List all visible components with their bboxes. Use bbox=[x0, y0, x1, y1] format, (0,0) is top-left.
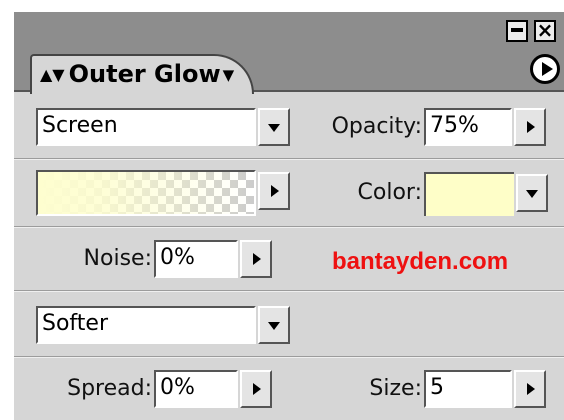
palette-title-bar[interactable]: × bbox=[14, 12, 564, 44]
close-button[interactable]: × bbox=[534, 20, 556, 42]
minimize-button[interactable] bbox=[506, 20, 528, 42]
watermark-text: bantayden.com bbox=[332, 248, 509, 275]
updown-arrows-icon: ▲▼ bbox=[40, 65, 65, 84]
divider bbox=[14, 158, 564, 160]
technique-select[interactable]: Softer bbox=[36, 306, 256, 344]
divider bbox=[14, 226, 564, 228]
gradient-preview[interactable] bbox=[36, 170, 256, 216]
divider bbox=[14, 356, 564, 358]
tab-strip: ▲▼ Outer Glow ▼ bbox=[14, 44, 564, 94]
blend-mode-select[interactable]: Screen bbox=[36, 108, 256, 146]
noise-input[interactable]: 0% bbox=[154, 240, 238, 278]
size-input[interactable]: 5 bbox=[424, 370, 512, 408]
gradient-picker-button[interactable] bbox=[258, 172, 290, 210]
close-icon: × bbox=[536, 18, 554, 42]
size-label: Size: bbox=[369, 376, 422, 401]
spread-label: Spread: bbox=[67, 376, 152, 401]
opacity-label: Opacity: bbox=[331, 114, 422, 139]
chevron-down-icon: ▼ bbox=[222, 66, 235, 84]
color-label: Color: bbox=[357, 180, 422, 205]
palette-menu-button[interactable] bbox=[530, 54, 560, 84]
blend-mode-dropdown-button[interactable] bbox=[258, 108, 290, 146]
outer-glow-panel: × ▲▼ Outer Glow ▼ Screen Opacity: 75% Colo… bbox=[14, 12, 564, 420]
divider bbox=[14, 290, 564, 292]
tab-outer-glow[interactable]: ▲▼ Outer Glow ▼ bbox=[30, 54, 254, 94]
color-swatch[interactable] bbox=[424, 172, 514, 216]
tab-title: Outer Glow bbox=[68, 60, 221, 88]
noise-label: Noise: bbox=[83, 246, 152, 271]
opacity-slider-button[interactable] bbox=[514, 108, 546, 146]
noise-slider-button[interactable] bbox=[240, 240, 272, 278]
technique-dropdown-button[interactable] bbox=[258, 306, 290, 344]
color-dropdown-button[interactable] bbox=[516, 174, 548, 212]
opacity-input[interactable]: 75% bbox=[424, 108, 512, 146]
spread-slider-button[interactable] bbox=[240, 370, 272, 408]
size-slider-button[interactable] bbox=[514, 370, 546, 408]
spread-input[interactable]: 0% bbox=[154, 370, 238, 408]
